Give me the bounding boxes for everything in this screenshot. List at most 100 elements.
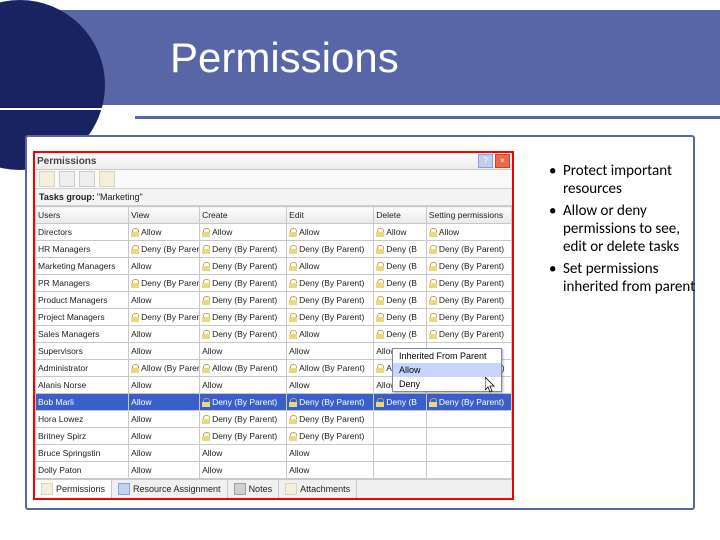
table-row[interactable]: Product ManagersAllowDeny (By Parent)Den… (36, 292, 512, 309)
permission-cell[interactable]: Allow (374, 224, 427, 241)
permission-cell[interactable] (426, 428, 511, 445)
permission-cell[interactable]: Deny (By Parent) (129, 309, 200, 326)
permission-cell[interactable]: Allow (287, 326, 374, 343)
table-row[interactable]: Dolly PatonAllowAllowAllow (36, 462, 512, 479)
permission-cell[interactable]: Allow (287, 343, 374, 360)
permission-cell[interactable]: Deny (By Parent) (200, 258, 287, 275)
permission-cell[interactable]: Deny (By Parent) (426, 394, 511, 411)
permission-cell[interactable]: Allow (287, 462, 374, 479)
row-user-cell[interactable]: Product Managers (36, 292, 129, 309)
table-row[interactable]: HR ManagersDeny (By Parent)Deny (By Pare… (36, 241, 512, 258)
permission-cell[interactable]: Deny (B (374, 309, 427, 326)
column-header[interactable]: Delete (374, 207, 427, 224)
column-header[interactable]: Create (200, 207, 287, 224)
permission-cell[interactable]: Deny (By Parent) (287, 411, 374, 428)
row-user-cell[interactable]: Hora Lowez (36, 411, 129, 428)
table-row[interactable]: PR ManagersDeny (By Parent)Deny (By Pare… (36, 275, 512, 292)
tab-attachments[interactable]: Attachments (279, 480, 357, 498)
permission-cell[interactable] (374, 411, 427, 428)
permission-cell[interactable] (426, 411, 511, 428)
permission-cell[interactable]: Deny (By Parent) (129, 275, 200, 292)
permission-cell[interactable]: Deny (By Parent) (200, 292, 287, 309)
permission-cell[interactable]: Allow (129, 462, 200, 479)
permission-cell[interactable]: Allow (200, 224, 287, 241)
permission-cell[interactable]: Allow (287, 377, 374, 394)
tab-permissions[interactable]: Permissions (35, 480, 112, 498)
column-header[interactable]: Users (36, 207, 129, 224)
permission-cell[interactable]: Deny (By Parent) (426, 275, 511, 292)
permission-cell[interactable]: Allow (By Parent) (129, 360, 200, 377)
permission-cell[interactable]: Allow (287, 445, 374, 462)
table-row[interactable]: Sales ManagersAllowDeny (By Parent)Allow… (36, 326, 512, 343)
permission-cell[interactable]: Deny (By Parent) (426, 309, 511, 326)
permission-cell[interactable]: Allow (By Parent) (287, 360, 374, 377)
permission-cell[interactable]: Allow (287, 224, 374, 241)
permission-cell[interactable]: Allow (129, 377, 200, 394)
row-user-cell[interactable]: Directors (36, 224, 129, 241)
permission-cell[interactable] (426, 462, 511, 479)
permission-cell[interactable]: Deny (B (374, 394, 427, 411)
permission-cell[interactable]: Allow (129, 394, 200, 411)
permission-cell[interactable]: Allow (129, 343, 200, 360)
row-user-cell[interactable]: HR Managers (36, 241, 129, 258)
toolbar-button-4[interactable] (99, 171, 115, 187)
permission-cell[interactable]: Allow (129, 428, 200, 445)
permission-cell[interactable] (426, 445, 511, 462)
toolbar-button-1[interactable] (39, 171, 55, 187)
row-user-cell[interactable]: Supervisors (36, 343, 129, 360)
row-user-cell[interactable]: Bob Marli (36, 394, 129, 411)
permission-cell[interactable]: Deny (B (374, 241, 427, 258)
permission-cell[interactable]: Allow (426, 224, 511, 241)
permission-cell[interactable]: Deny (By Parent) (129, 241, 200, 258)
tab-notes[interactable]: Notes (228, 480, 280, 498)
permission-cell[interactable]: Deny (By Parent) (426, 292, 511, 309)
permission-cell[interactable]: Allow (287, 258, 374, 275)
row-user-cell[interactable]: Bruce Springstin (36, 445, 129, 462)
permission-cell[interactable]: Deny (By Parent) (287, 428, 374, 445)
panel-close-icon[interactable]: × (495, 154, 510, 168)
column-header[interactable]: View (129, 207, 200, 224)
permission-cell[interactable]: Deny (By Parent) (287, 241, 374, 258)
table-row[interactable]: Marketing ManagersAllowDeny (By Parent)A… (36, 258, 512, 275)
permission-cell[interactable]: Allow (129, 326, 200, 343)
permission-cell[interactable]: Allow (129, 292, 200, 309)
permission-cell[interactable]: Deny (By Parent) (200, 428, 287, 445)
row-user-cell[interactable]: Dolly Paton (36, 462, 129, 479)
table-row[interactable]: DirectorsAllowAllowAllowAllowAllow (36, 224, 512, 241)
permission-cell[interactable]: Deny (By Parent) (200, 411, 287, 428)
permission-cell[interactable] (374, 462, 427, 479)
permission-cell[interactable]: Allow (129, 224, 200, 241)
table-row[interactable]: Bob MarliAllowDeny (By Parent)Deny (By P… (36, 394, 512, 411)
permission-cell[interactable]: Allow (200, 343, 287, 360)
permission-cell[interactable]: Deny (By Parent) (426, 326, 511, 343)
permission-cell[interactable]: Deny (By Parent) (200, 394, 287, 411)
permission-cell[interactable] (374, 428, 427, 445)
table-row[interactable]: Hora LowezAllowDeny (By Parent)Deny (By … (36, 411, 512, 428)
row-user-cell[interactable]: Administrator (36, 360, 129, 377)
toolbar-button-2[interactable] (59, 171, 75, 187)
row-user-cell[interactable]: Alanis Norse (36, 377, 129, 394)
row-user-cell[interactable]: Marketing Managers (36, 258, 129, 275)
permission-cell[interactable]: Deny (By Parent) (287, 275, 374, 292)
permission-cell[interactable]: Deny (B (374, 326, 427, 343)
permission-cell[interactable]: Deny (By Parent) (200, 241, 287, 258)
permission-cell[interactable]: Deny (By Parent) (287, 394, 374, 411)
row-user-cell[interactable]: Sales Managers (36, 326, 129, 343)
panel-help-icon[interactable]: ? (478, 154, 493, 168)
permission-cell[interactable]: Deny (B (374, 258, 427, 275)
menu-item[interactable]: Allow (393, 363, 501, 377)
tab-resource-assignment[interactable]: Resource Assignment (112, 480, 228, 498)
permission-cell[interactable]: Deny (By Parent) (426, 241, 511, 258)
table-row[interactable]: Project ManagersDeny (By Parent)Deny (By… (36, 309, 512, 326)
column-header[interactable]: Edit (287, 207, 374, 224)
permission-cell[interactable]: Deny (By Parent) (200, 326, 287, 343)
permission-cell[interactable]: Allow (129, 258, 200, 275)
row-user-cell[interactable]: PR Managers (36, 275, 129, 292)
permission-cell[interactable]: Deny (By Parent) (287, 309, 374, 326)
permission-cell[interactable]: Allow (129, 411, 200, 428)
permission-cell[interactable]: Allow (200, 377, 287, 394)
row-user-cell[interactable]: Britney Spirz (36, 428, 129, 445)
permission-cell[interactable]: Allow (129, 445, 200, 462)
permission-cell[interactable]: Allow (By Parent) (200, 360, 287, 377)
permission-cell[interactable]: Allow (200, 462, 287, 479)
